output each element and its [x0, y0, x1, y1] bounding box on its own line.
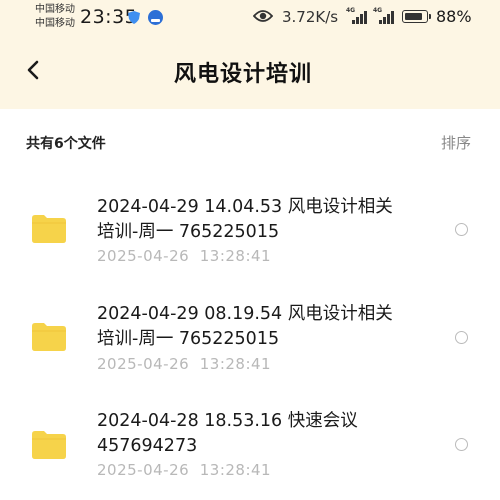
list-item[interactable]: 2024-04-28 18.53.16 快速会议 457694273 2025-…: [0, 393, 500, 495]
file-name: 2024-04-29 14.04.53 风电设计相关 培训-周一 7652250…: [97, 195, 427, 245]
select-radio[interactable]: [455, 223, 468, 236]
file-date-time: 13:28:41: [199, 355, 272, 373]
file-name-line-2: 457694273: [97, 436, 198, 456]
carrier-label-2: 中国移动: [35, 18, 75, 29]
select-radio[interactable]: [455, 331, 468, 344]
select-radio[interactable]: [455, 438, 468, 451]
file-date-time: 13:28:41: [199, 247, 272, 265]
file-date-time: 13:28:41: [199, 461, 272, 479]
shield-icon: [128, 11, 140, 24]
file-date: 2025-04-26 13:28:41: [97, 461, 271, 479]
signal-icon: 4G: [373, 7, 395, 24]
signal-icon: 4G: [346, 7, 368, 24]
battery-tip: [429, 14, 431, 19]
file-date-day: 2025-04-26: [97, 247, 190, 265]
list-item[interactable]: 2024-04-29 08.19.54 风电设计相关 培训-周一 7652250…: [0, 286, 500, 388]
battery-icon: [402, 10, 428, 23]
folder-icon: [32, 323, 66, 351]
file-name-line-1: 2024-04-29 14.04.53 风电设计相关: [97, 197, 393, 217]
carrier-label-1: 中国移动: [35, 4, 75, 15]
chevron-left-icon: [27, 60, 39, 80]
file-date: 2025-04-26 13:28:41: [97, 247, 271, 265]
sort-button[interactable]: 排序: [441, 132, 471, 153]
file-name-line-1: 2024-04-29 08.19.54 风电设计相关: [97, 304, 393, 324]
file-count-label: 共有6个文件: [26, 136, 106, 152]
network-speed: 3.72K/s: [282, 8, 339, 26]
file-name: 2024-04-29 08.19.54 风电设计相关 培训-周一 7652250…: [97, 302, 427, 352]
folder-icon: [32, 431, 66, 459]
list-item[interactable]: 2024-04-29 14.04.53 风电设计相关 培训-周一 7652250…: [0, 180, 500, 282]
back-button[interactable]: [22, 56, 46, 84]
file-name-line-2: 培训-周一 765225015: [97, 222, 280, 242]
status-bar: 中国移动 中国移动 23:35 3.72K/s 4G 4G 88%: [0, 0, 500, 34]
folder-icon: [32, 215, 66, 243]
file-name-line-2: 培训-周一 765225015: [97, 329, 280, 349]
signal-tag: 4G: [373, 7, 383, 14]
app-badge-icon: [148, 10, 163, 25]
file-name: 2024-04-28 18.53.16 快速会议 457694273: [97, 409, 427, 459]
eye-icon: [253, 10, 273, 22]
battery-percent: 88%: [436, 7, 472, 26]
battery-level: [405, 13, 422, 20]
page-title: 风电设计培训: [174, 62, 313, 87]
file-date-day: 2025-04-26: [97, 461, 190, 479]
signal-tag: 4G: [346, 7, 356, 14]
file-date-day: 2025-04-26: [97, 355, 190, 373]
file-date: 2025-04-26 13:28:41: [97, 355, 271, 373]
file-name-line-1: 2024-04-28 18.53.16 快速会议: [97, 411, 358, 431]
